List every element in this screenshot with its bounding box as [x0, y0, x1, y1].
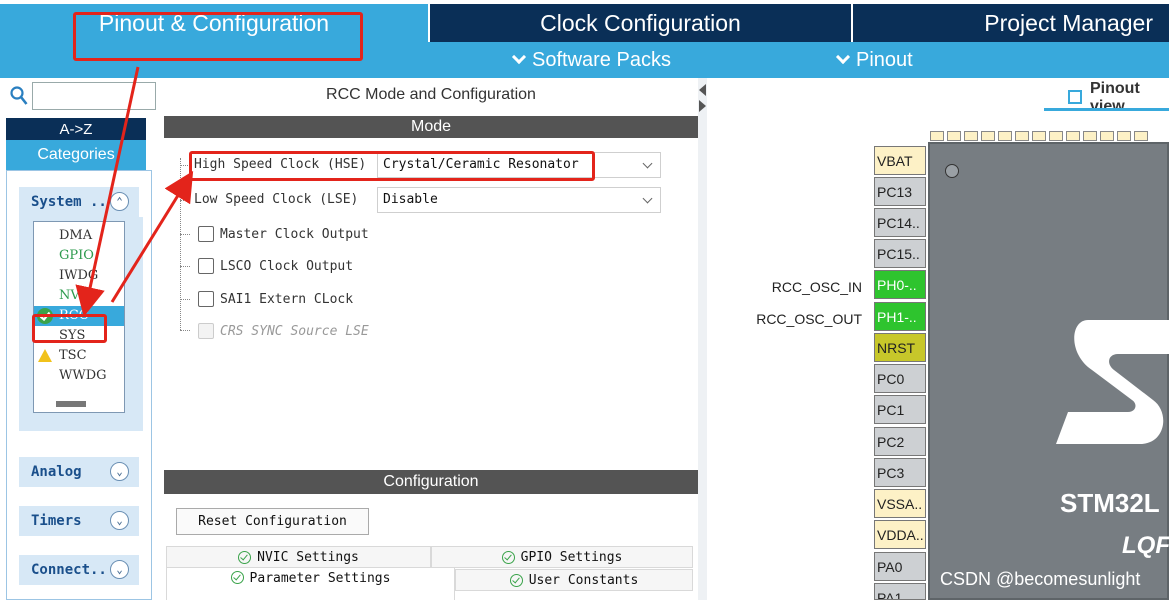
top-pin[interactable] — [1117, 131, 1131, 141]
top-pin[interactable] — [981, 131, 995, 141]
top-pin[interactable] — [1134, 131, 1148, 141]
top-pin[interactable] — [1015, 131, 1029, 141]
top-pin[interactable] — [964, 131, 978, 141]
top-pin[interactable] — [1032, 131, 1046, 141]
top-pin[interactable] — [1049, 131, 1063, 141]
arrow-to-hse — [110, 170, 194, 303]
annotation-arrows — [75, 66, 194, 317]
top-pin[interactable] — [1100, 131, 1114, 141]
top-pin[interactable] — [1083, 131, 1097, 141]
top-pin[interactable] — [1066, 131, 1080, 141]
top-pin[interactable] — [947, 131, 961, 141]
top-pin[interactable] — [930, 131, 944, 141]
top-pin[interactable] — [998, 131, 1012, 141]
